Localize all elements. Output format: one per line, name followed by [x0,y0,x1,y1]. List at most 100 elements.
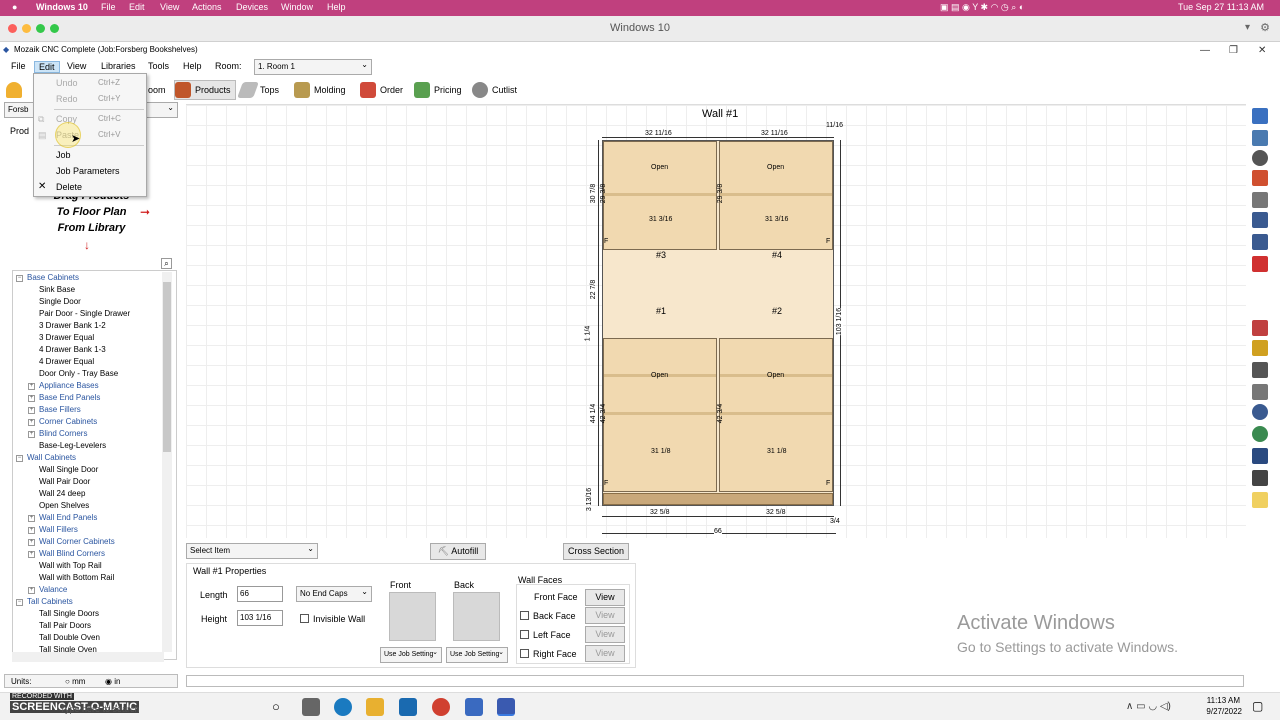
tab-pricing[interactable]: Pricing [414,80,462,100]
rewind-icon[interactable] [1252,212,1268,228]
tree-item[interactable]: Sink Base [39,285,75,294]
menu-view[interactable]: View [67,61,86,71]
tree-item[interactable]: Blind Corners [39,429,87,438]
tree-item[interactable]: Tall Double Oven [39,633,100,642]
right-face-checkbox[interactable] [520,649,529,658]
status-icons[interactable]: ▣ ▤ ◉ Y ✱ ◠ ◷ ⌕ ◐ [940,2,1024,13]
tree-hscrollbar[interactable] [12,652,164,662]
cortana-icon[interactable]: ○ [272,699,280,714]
tab-order[interactable]: Order [360,80,403,100]
magnet-icon[interactable] [1252,320,1268,336]
tree-item[interactable]: Tall Cabinets [27,597,73,606]
units-mm-radio[interactable]: ○ mm [65,677,85,686]
tab-cutlist[interactable]: Cutlist [472,80,517,100]
menu-tools[interactable]: Tools [148,61,169,71]
tree-item[interactable]: 3 Drawer Bank 1-2 [39,321,106,330]
chrome-icon[interactable] [432,698,450,716]
mac-app-name[interactable]: Windows 10 [36,2,88,12]
back-swatch[interactable] [453,592,500,641]
tree-item[interactable]: Pair Door - Single Drawer [39,309,130,318]
menu-help[interactable]: Help [183,61,202,71]
mac-menu-actions[interactable]: Actions [192,2,222,12]
tree-item[interactable]: Base-Leg-Levelers [39,441,106,450]
forward-icon[interactable] [1252,234,1268,250]
tab-tops[interactable]: Tops [237,80,279,100]
tree-item[interactable]: 3 Drawer Equal [39,333,94,342]
tree-item[interactable]: Valance [39,585,67,594]
tree-item[interactable]: Wall Blind Corners [39,549,105,558]
left-face-checkbox[interactable] [520,630,529,639]
tree-item[interactable]: Base End Panels [39,393,100,402]
help-icon[interactable] [1252,108,1268,124]
tree-item[interactable]: Tall Pair Doors [39,621,91,630]
search-icon[interactable]: ⌕ [161,258,172,269]
tab-molding[interactable]: Molding [294,80,346,100]
tree-item[interactable]: Appliance Bases [39,381,99,390]
mac-menu-devices[interactable]: Devices [236,2,268,12]
tree-item[interactable]: Wall Corner Cabinets [39,537,115,546]
menu-file[interactable]: File [11,61,26,71]
tree-expander-icon[interactable]: + [28,383,35,390]
menu-item-job[interactable]: Job [56,150,71,160]
tab-room[interactable]: oom [148,80,166,100]
mail-icon[interactable] [399,698,417,716]
back-face-view-button[interactable]: View [585,607,625,624]
gear-icon[interactable]: ⚙ [1260,21,1270,34]
tree-item[interactable]: Single Door [39,297,81,306]
tree-expander-icon[interactable]: + [28,407,35,414]
tree-item[interactable]: 4 Drawer Equal [39,357,94,366]
right-face-view-button[interactable]: View [585,645,625,662]
front-swatch[interactable] [389,592,436,641]
tree-scrollbar-thumb[interactable] [163,282,171,452]
tree-item[interactable]: Wall with Bottom Rail [39,573,114,582]
back-setting-select[interactable]: Use Job Setting [446,647,508,663]
tree-item[interactable]: Wall Pair Door [39,477,90,486]
mac-menu-file[interactable]: File [101,2,116,12]
pencil-icon[interactable] [1252,170,1268,186]
mozaik-taskbar-icon[interactable] [497,698,515,716]
notification-icon[interactable]: ▢ [1252,699,1263,713]
left-face-view-button[interactable]: View [585,626,625,643]
zoom-fit-icon[interactable] [1252,426,1268,442]
tab-products[interactable]: Products [174,80,236,100]
length-input[interactable]: 66 [237,586,283,602]
3d-icon[interactable] [1252,150,1268,166]
tree-item[interactable]: Wall with Top Rail [39,561,102,570]
tree-expander-icon[interactable]: + [28,515,35,522]
app-v-icon[interactable] [465,698,483,716]
tree-expander-icon[interactable]: − [16,275,23,282]
tree-item[interactable]: Wall End Panels [39,513,97,522]
tree-item[interactable]: Open Shelves [39,501,89,510]
tree-expander-icon[interactable]: + [28,395,35,402]
apple-icon[interactable]: ● [12,2,17,12]
end-caps-select[interactable]: No End Caps [296,585,372,602]
elevation-canvas[interactable] [186,104,1246,538]
menu-item-redo[interactable]: Redo [56,94,78,104]
front-face-view-button[interactable]: View [585,589,625,606]
tree-item[interactable]: Base Fillers [39,405,81,414]
tree-expander-icon[interactable]: − [16,455,23,462]
layers-icon[interactable] [1252,470,1268,486]
room-select[interactable]: 1. Room 1 [254,58,372,75]
delete-x-icon[interactable] [1252,256,1268,272]
tree-expander-icon[interactable]: + [28,587,35,594]
zoom-icon[interactable] [1252,404,1268,420]
maximize-icon[interactable]: ❐ [1229,45,1238,56]
tree-item[interactable]: Base Cabinets [27,273,79,282]
file-explorer-icon[interactable] [366,698,384,716]
tree-scrollbar[interactable] [162,272,172,652]
menu-edit[interactable]: Edit [34,61,60,73]
chevron-down-icon[interactable]: ▾ [1245,22,1250,33]
close-icon[interactable]: ✕ [1258,45,1266,56]
edge-icon[interactable] [334,698,352,716]
grid-icon[interactable] [1252,448,1268,464]
tree-expander-icon[interactable]: + [28,539,35,546]
tree-item[interactable]: Door Only - Tray Base [39,369,118,378]
invisible-wall-checkbox[interactable] [300,614,309,623]
tray-icons[interactable]: ∧ ▭ ◡ ◁) [1126,701,1171,712]
mac-menu-help[interactable]: Help [327,2,346,12]
tree-item[interactable]: 4 Drawer Bank 1-3 [39,345,106,354]
tree-item[interactable]: Corner Cabinets [39,417,97,426]
tree-item[interactable]: Wall Cabinets [27,453,76,462]
tree-item[interactable]: Tall Single Doors [39,609,99,618]
